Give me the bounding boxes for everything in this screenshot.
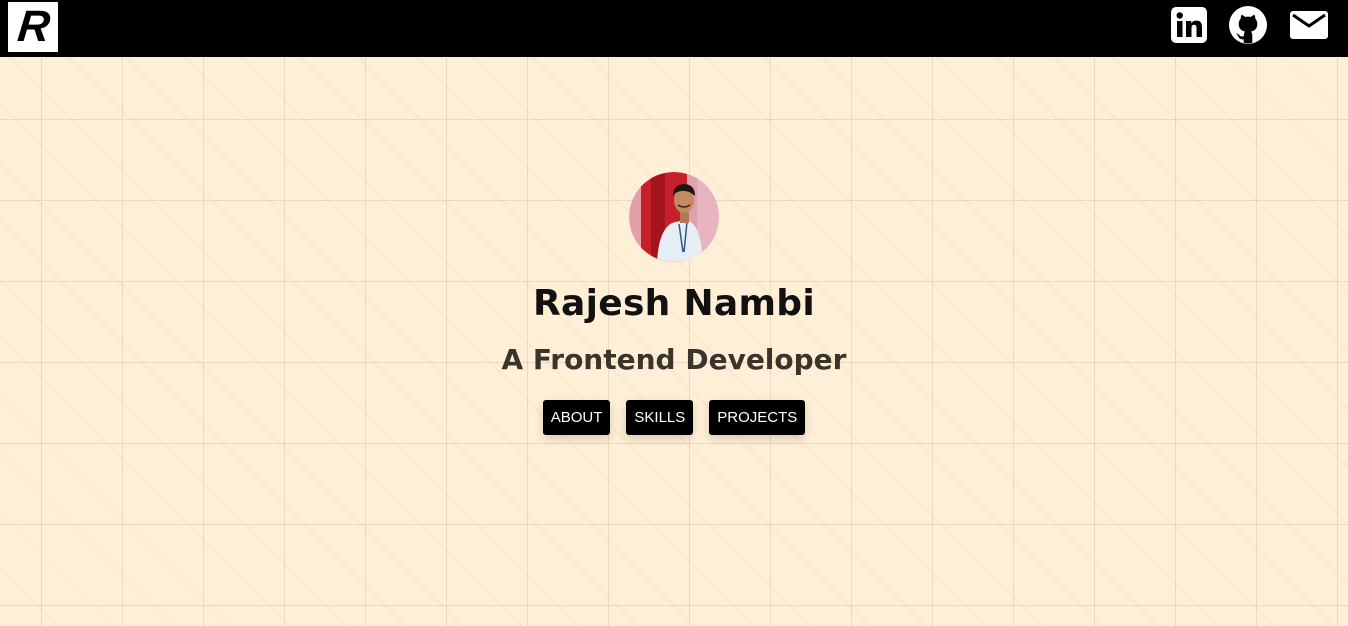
- mail-icon: [1290, 11, 1328, 39]
- logo-link[interactable]: R: [8, 2, 58, 52]
- page-title: Rajesh Nambi: [532, 283, 815, 324]
- github-link[interactable]: [1229, 6, 1267, 44]
- hero-section: Rajesh Nambi A Frontend Developer ABOUT …: [0, 172, 1348, 435]
- projects-button[interactable]: PROJECTS: [709, 400, 806, 435]
- subtitle-role: A Frontend Developer: [501, 343, 847, 376]
- github-icon: [1229, 6, 1267, 44]
- about-button[interactable]: ABOUT: [542, 400, 611, 435]
- profile-avatar: [629, 172, 719, 262]
- top-navbar: R: [0, 0, 1348, 57]
- skills-button[interactable]: SKILLS: [626, 400, 694, 435]
- profile-photo: [629, 172, 719, 262]
- email-link[interactable]: [1290, 6, 1328, 44]
- linkedin-icon: [1171, 7, 1207, 43]
- section-nav: ABOUT SKILLS PROJECTS: [0, 400, 1348, 435]
- logo-letter: R: [15, 2, 51, 51]
- linkedin-link[interactable]: [1170, 6, 1208, 44]
